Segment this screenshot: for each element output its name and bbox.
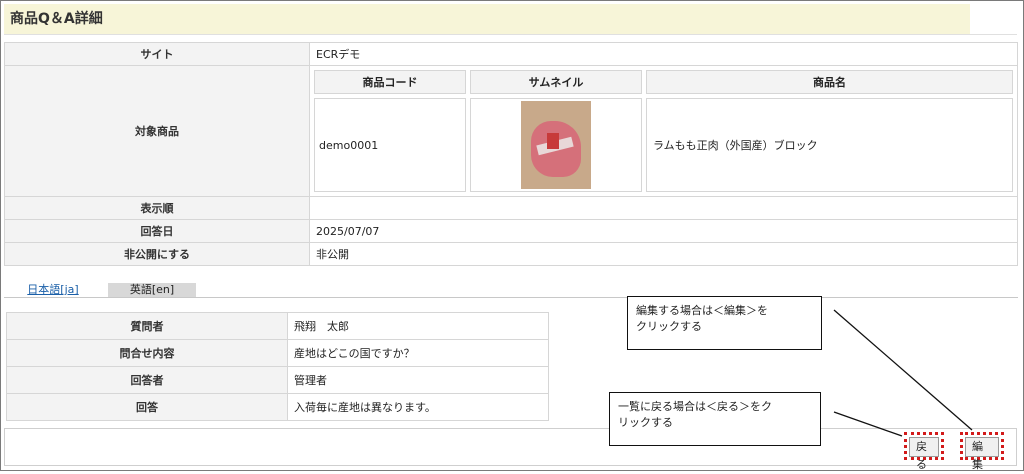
- back-callout-pointer: [833, 411, 903, 437]
- edit-callout-line1: 編集する場合は＜編集＞を: [636, 304, 768, 317]
- back-callout-line2: リックする: [618, 416, 673, 429]
- callout-lines: [833, 309, 973, 437]
- back-callout-line1: 一覧に戻る場合は＜戻る＞をク: [618, 400, 772, 413]
- edit-callout: 編集する場合は＜編集＞を クリックする: [627, 296, 822, 350]
- back-callout: 一覧に戻る場合は＜戻る＞をク リックする: [609, 392, 821, 446]
- edit-callout-pointer: [833, 309, 973, 431]
- edit-callout-line2: クリックする: [636, 320, 702, 333]
